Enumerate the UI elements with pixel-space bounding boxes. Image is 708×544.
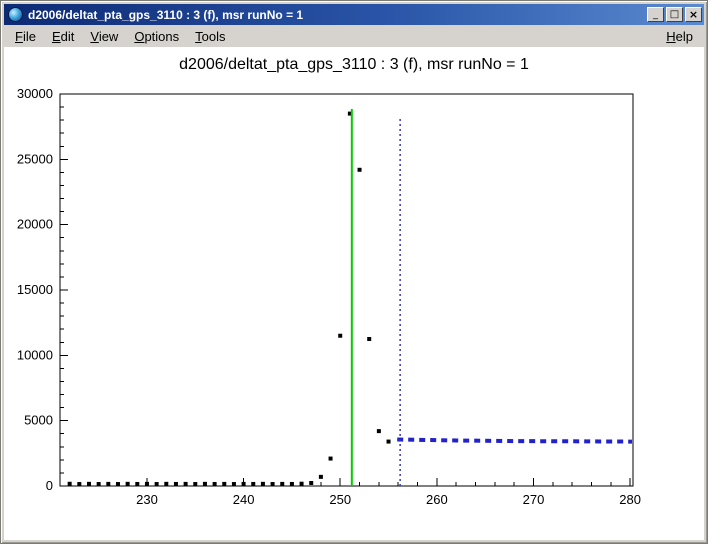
svg-text:230: 230: [136, 492, 158, 507]
svg-text:260: 260: [426, 492, 448, 507]
menu-file[interactable]: File: [7, 27, 44, 46]
svg-text:10000: 10000: [17, 347, 53, 362]
close-button[interactable]: ×: [685, 7, 702, 22]
svg-text:25000: 25000: [17, 151, 53, 166]
svg-text:240: 240: [233, 492, 255, 507]
svg-text:15000: 15000: [17, 282, 53, 297]
svg-text:20000: 20000: [17, 217, 53, 232]
svg-text:0: 0: [46, 478, 53, 493]
menu-help[interactable]: Help: [658, 27, 701, 46]
title-bar[interactable]: d2006/deltat_pta_gps_3110 : 3 (f), msr r…: [4, 4, 704, 25]
app-window: d2006/deltat_pta_gps_3110 : 3 (f), msr r…: [0, 0, 708, 544]
minimize-button[interactable]: _: [647, 7, 664, 22]
svg-text:5000: 5000: [24, 413, 53, 428]
svg-text:280: 280: [619, 492, 641, 507]
app-icon: [8, 7, 23, 22]
plot-svg[interactable]: 230 240 250 260 270 280 0 5000 10000 15000 20000 25…: [4, 47, 704, 540]
menu-options[interactable]: Options: [126, 27, 187, 46]
svg-text:250: 250: [329, 492, 351, 507]
maximize-button[interactable]: □: [666, 7, 683, 22]
menu-tools[interactable]: Tools: [187, 27, 233, 46]
window-title: d2006/deltat_pta_gps_3110 : 3 (f), msr r…: [28, 8, 645, 22]
menu-edit[interactable]: Edit: [44, 27, 82, 46]
svg-text:270: 270: [523, 492, 545, 507]
svg-text:30000: 30000: [17, 86, 53, 101]
menu-bar: File Edit View Options Tools Help: [4, 25, 704, 47]
menu-view[interactable]: View: [82, 27, 126, 46]
root-canvas[interactable]: d2006/deltat_pta_gps_3110 : 3 (f), msr r…: [4, 47, 704, 540]
